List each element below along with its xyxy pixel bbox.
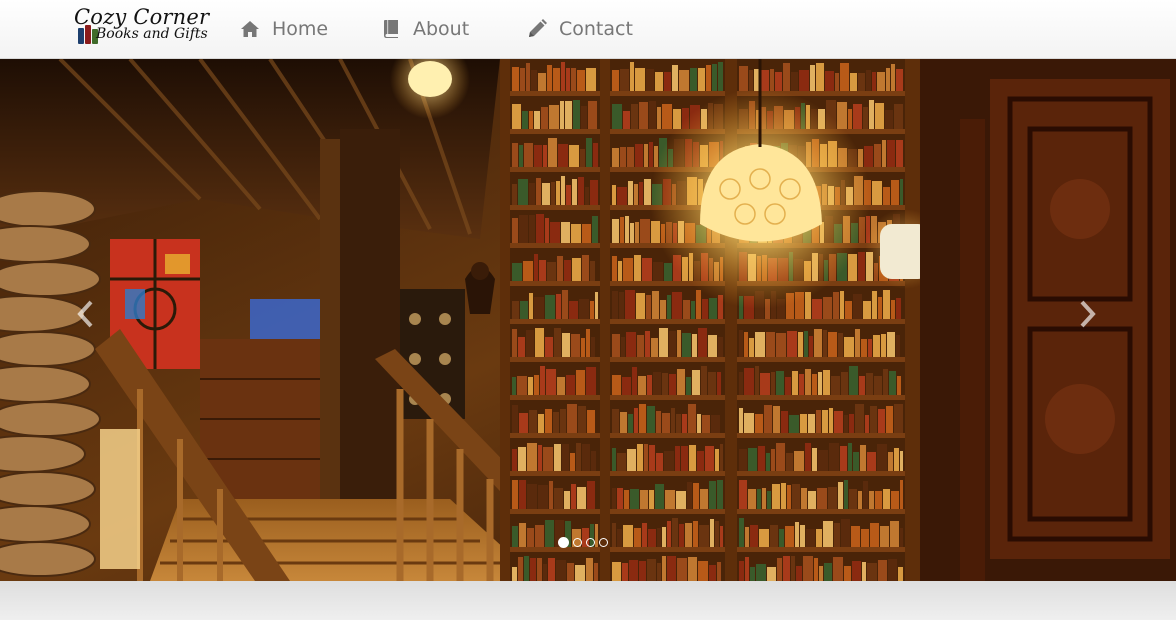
nav-about-label: About — [413, 18, 470, 40]
top-navbar: Cozy Corner Books and Gifts Home About C… — [0, 0, 1176, 59]
brand-tagline: Books and Gifts — [96, 26, 208, 42]
carousel-prev-button[interactable] — [70, 294, 100, 334]
nav-home-label: Home — [272, 18, 329, 40]
carousel-indicators — [558, 537, 608, 548]
chevron-right-icon — [1080, 300, 1096, 328]
page-bottom-band — [0, 581, 1176, 620]
carousel-indicator-1[interactable] — [558, 537, 569, 548]
carousel-indicator-2[interactable] — [573, 538, 582, 547]
bookshop-slide-image — [0, 59, 1176, 581]
nav-home-link[interactable]: Home — [240, 15, 328, 43]
nav-contact-label: Contact — [559, 18, 633, 40]
hero-carousel[interactable] — [0, 59, 1176, 581]
home-icon — [241, 21, 259, 37]
nav-contact-link[interactable]: Contact — [527, 15, 633, 43]
pencil-icon — [529, 19, 547, 37]
carousel-next-button[interactable] — [1073, 294, 1103, 334]
book-icon — [384, 20, 398, 38]
nav-about-link[interactable]: About — [383, 15, 469, 43]
carousel-indicator-3[interactable] — [586, 538, 595, 547]
brand-logo[interactable]: Cozy Corner Books and Gifts — [72, 5, 212, 49]
chevron-left-icon — [77, 300, 93, 328]
carousel-indicator-4[interactable] — [599, 538, 608, 547]
